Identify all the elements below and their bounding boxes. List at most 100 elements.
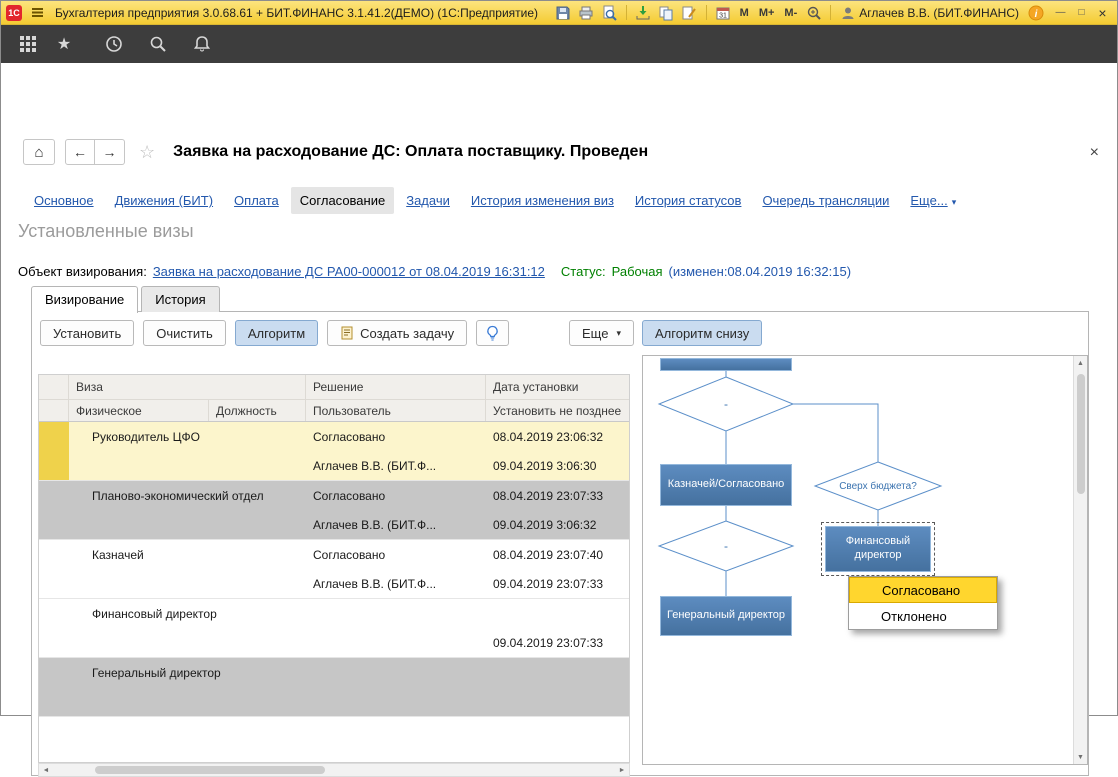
1c-logo: 1С <box>6 5 22 21</box>
tab-istoriya[interactable]: История <box>141 286 219 312</box>
table-horizontal-scrollbar[interactable]: ◄ ► <box>38 763 630 777</box>
decision-diamond-label[interactable]: - <box>724 539 728 553</box>
table-row[interactable]: Генеральный директор <box>39 658 629 717</box>
scroll-down-arrow[interactable]: ▼ <box>1074 750 1087 764</box>
scroll-right-arrow[interactable]: ► <box>615 764 629 776</box>
tab-zadachi[interactable]: Задачи <box>397 187 459 214</box>
horizontal-scroll-thumb[interactable] <box>95 766 325 774</box>
table-row[interactable]: Руководитель ЦФО Согласовано 08.04.2019 … <box>39 422 629 481</box>
scroll-up-arrow[interactable]: ▲ <box>1074 356 1087 370</box>
tab-istoriya-statusov[interactable]: История статусов <box>626 187 751 214</box>
titlebar-separator <box>626 5 627 20</box>
tab-vizirovanie[interactable]: Визирование <box>31 286 138 313</box>
algorithm-button[interactable]: Алгоритм <box>235 320 318 346</box>
tab-more-menu[interactable]: Еще...▾ <box>901 187 965 214</box>
zoom-icon[interactable] <box>803 3 824 22</box>
window-titlebar: 1С Бухгалтерия предприятия 3.0.68.61 + Б… <box>1 1 1117 25</box>
info-glyph: i <box>1034 9 1037 20</box>
copy-document-icon[interactable] <box>656 3 677 22</box>
approval-flowchart: - - Сверх бюджета? Казначей/Согласовано … <box>642 355 1088 765</box>
window-controls: — □ × <box>1051 4 1112 22</box>
application-window: 1С Бухгалтерия предприятия 3.0.68.61 + Б… <box>0 0 1118 716</box>
titlebar-standard-icons: 31 М М+ М- Аглачев В.В. (БИТ.ФИНАНС) i <box>553 3 1046 22</box>
user-name-label: Аглачев В.В. (БИТ.ФИНАНС) <box>859 6 1019 20</box>
forward-button[interactable]: → <box>95 139 125 165</box>
flowchart-vertical-scrollbar[interactable]: ▲ ▼ <box>1073 356 1087 764</box>
header-marker-column <box>39 400 69 421</box>
table-row[interactable]: Планово-экономический отдел Согласовано … <box>39 481 629 540</box>
tab-dvizheniya-bit[interactable]: Движения (БИТ) <box>106 187 222 214</box>
over-budget-diamond-label[interactable]: Сверх бюджета? <box>839 480 917 492</box>
set-visa-button[interactable]: Установить <box>40 320 134 346</box>
visa-command-bar: Установить Очистить Алгоритм Создать зад… <box>40 320 509 346</box>
more-actions-button[interactable]: Еще ▾ <box>569 320 634 346</box>
header-position: Должность <box>209 400 306 421</box>
tab-istoriya-izmeneniya-viz[interactable]: История изменения виз <box>462 187 623 214</box>
maximize-button[interactable]: □ <box>1072 4 1091 22</box>
flow-node-financial-director[interactable]: Финансовый директор <box>825 526 931 572</box>
object-document-link[interactable]: Заявка на расходование ДС РА00-000012 от… <box>153 264 545 279</box>
notifications-bell-icon[interactable] <box>187 29 217 59</box>
calc-memory-minus-button[interactable]: М- <box>780 7 801 19</box>
search-icon[interactable] <box>143 29 173 59</box>
home-button[interactable]: ⌂ <box>23 139 55 165</box>
clear-visa-button[interactable]: Очистить <box>143 320 226 346</box>
decision-diamond-label[interactable]: - <box>724 397 728 411</box>
close-window-button[interactable]: × <box>1093 4 1112 22</box>
menu-item-soglasovano[interactable]: Согласовано <box>849 577 997 603</box>
algorithm-bottom-button[interactable]: Алгоритм снизу <box>642 320 762 346</box>
flow-node-treasurer[interactable]: Казначей/Согласовано <box>660 464 792 506</box>
header-user: Пользователь <box>306 400 486 421</box>
info-icon[interactable]: i <box>1025 3 1046 22</box>
print-preview-icon[interactable] <box>599 3 620 22</box>
visa-inner-tabs: Визирование История <box>31 286 223 312</box>
history-icon[interactable] <box>99 29 129 59</box>
hint-lightbulb-button[interactable] <box>476 320 509 346</box>
table-header-row-1: Виза Решение Дата установки <box>39 375 629 400</box>
add-favorite-star-icon[interactable]: ☆ <box>139 142 155 163</box>
system-menu-icon[interactable] <box>27 3 48 22</box>
back-button[interactable]: ← <box>65 139 95 165</box>
row-marker <box>39 540 69 598</box>
calendar-icon[interactable]: 31 <box>713 3 734 22</box>
task-document-icon <box>340 326 354 340</box>
form-navigation-row: ⌂ ← → ☆ Заявка на расходование ДС: Оплат… <box>23 139 648 165</box>
menu-item-otkloneno[interactable]: Отклонено <box>849 603 997 629</box>
main-area: ⌂ ← → ☆ Заявка на расходование ДС: Оплат… <box>1 63 1117 715</box>
window-title: Бухгалтерия предприятия 3.0.68.61 + БИТ.… <box>55 6 538 20</box>
table-row[interactable]: Казначей Согласовано 08.04.2019 23:07:40… <box>39 540 629 599</box>
calc-memory-button[interactable]: М <box>736 7 753 19</box>
scroll-left-arrow[interactable]: ◄ <box>39 764 53 776</box>
form-sections-tabs: Основное Движения (БИТ) Оплата Согласова… <box>25 187 965 214</box>
visa-table[interactable]: Виза Решение Дата установки Физическое Д… <box>38 374 630 763</box>
user-icon <box>841 6 855 20</box>
decision-context-menu: Согласовано Отклонено <box>848 576 998 630</box>
calc-memory-plus-button[interactable]: М+ <box>755 7 779 19</box>
import-file-icon[interactable] <box>633 3 654 22</box>
minimize-button[interactable]: — <box>1051 4 1070 22</box>
tab-soglasovanie[interactable]: Согласование <box>291 187 394 214</box>
current-user[interactable]: Аглачев В.В. (БИТ.ФИНАНС) <box>841 6 1019 20</box>
favorites-icon[interactable]: ★ <box>49 29 79 59</box>
close-form-button[interactable]: × <box>1090 145 1099 161</box>
vertical-scroll-thumb[interactable] <box>1077 374 1085 494</box>
all-functions-grid-icon[interactable] <box>13 29 43 59</box>
tab-osnovnoe[interactable]: Основное <box>25 187 103 214</box>
row-marker <box>39 481 69 539</box>
create-task-button[interactable]: Создать задачу <box>327 320 467 346</box>
history-nav-buttons: ← → <box>65 139 125 165</box>
status-label: Статус: <box>561 264 606 279</box>
save-icon[interactable] <box>553 3 574 22</box>
flow-node-general-director[interactable]: Генеральный директор <box>660 596 792 636</box>
calendar-day-label: 31 <box>719 12 727 19</box>
print-icon[interactable] <box>576 3 597 22</box>
header-visa: Виза <box>69 375 306 400</box>
visa-object-row: Объект визирования: Заявка на расходован… <box>18 264 851 279</box>
flow-node-partial[interactable] <box>660 358 792 371</box>
tab-ochered-translyacii[interactable]: Очередь трансляции <box>753 187 898 214</box>
current-row-marker <box>39 422 69 480</box>
table-row[interactable]: Финансовый директор 09.04.2019 23:07:33 <box>39 599 629 658</box>
page-title: Заявка на расходование ДС: Оплата постав… <box>173 143 648 161</box>
edit-document-icon[interactable] <box>679 3 700 22</box>
tab-oplata[interactable]: Оплата <box>225 187 288 214</box>
